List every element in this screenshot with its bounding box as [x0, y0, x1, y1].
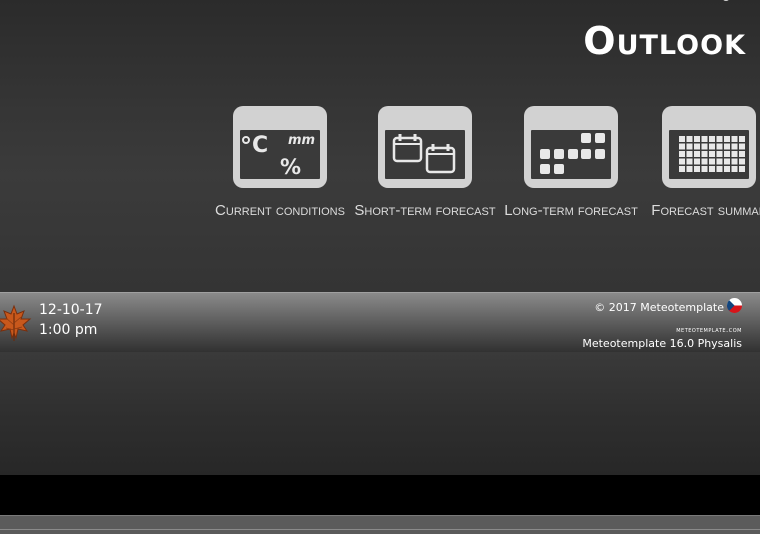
copyright-text: © 2017 Meteotemplate: [594, 301, 724, 314]
short-term-calendar-icon: [378, 106, 472, 188]
autumn-leaf-icon: [0, 304, 32, 341]
page-title: Outlook: [583, 19, 746, 63]
tile-forecast-summary[interactable]: Forecast summar: [629, 106, 760, 226]
footer-time: 1:00 pm: [39, 322, 98, 338]
version-text: Meteotemplate 16.0 Physalis: [582, 337, 742, 350]
footer-credits: © 2017 Meteotemplate meteotemplate.com M…: [582, 298, 742, 351]
scrollbar-track-line: [0, 529, 760, 530]
current-conditions-icon: C mm %: [233, 106, 327, 188]
forecast-summary-grid-icon: [662, 106, 756, 188]
long-term-calendar-icon: [524, 106, 618, 188]
czech-flag-icon[interactable]: [727, 298, 742, 313]
outlook-panel: Outlook C mm % Current conditions Short-…: [0, 0, 760, 292]
footer-bar: 12-10-17 1:00 pm © 2017 Meteotemplate me…: [0, 292, 760, 353]
horizontal-scrollbar[interactable]: [0, 515, 760, 534]
copyright-line: © 2017 Meteotemplate: [582, 298, 742, 317]
lower-panel: [0, 352, 760, 475]
svg-text:C: C: [252, 133, 268, 158]
meteotemplate-site-link[interactable]: meteotemplate.com: [676, 326, 742, 334]
svg-text:mm: mm: [288, 133, 315, 148]
top-edge-marker: [722, 0, 730, 1]
footer-date: 12-10-17: [39, 302, 103, 318]
page-bottom-strip: [0, 475, 760, 515]
tile-forecast-summary-label: Forecast summar: [651, 202, 760, 219]
svg-text:%: %: [280, 155, 301, 179]
